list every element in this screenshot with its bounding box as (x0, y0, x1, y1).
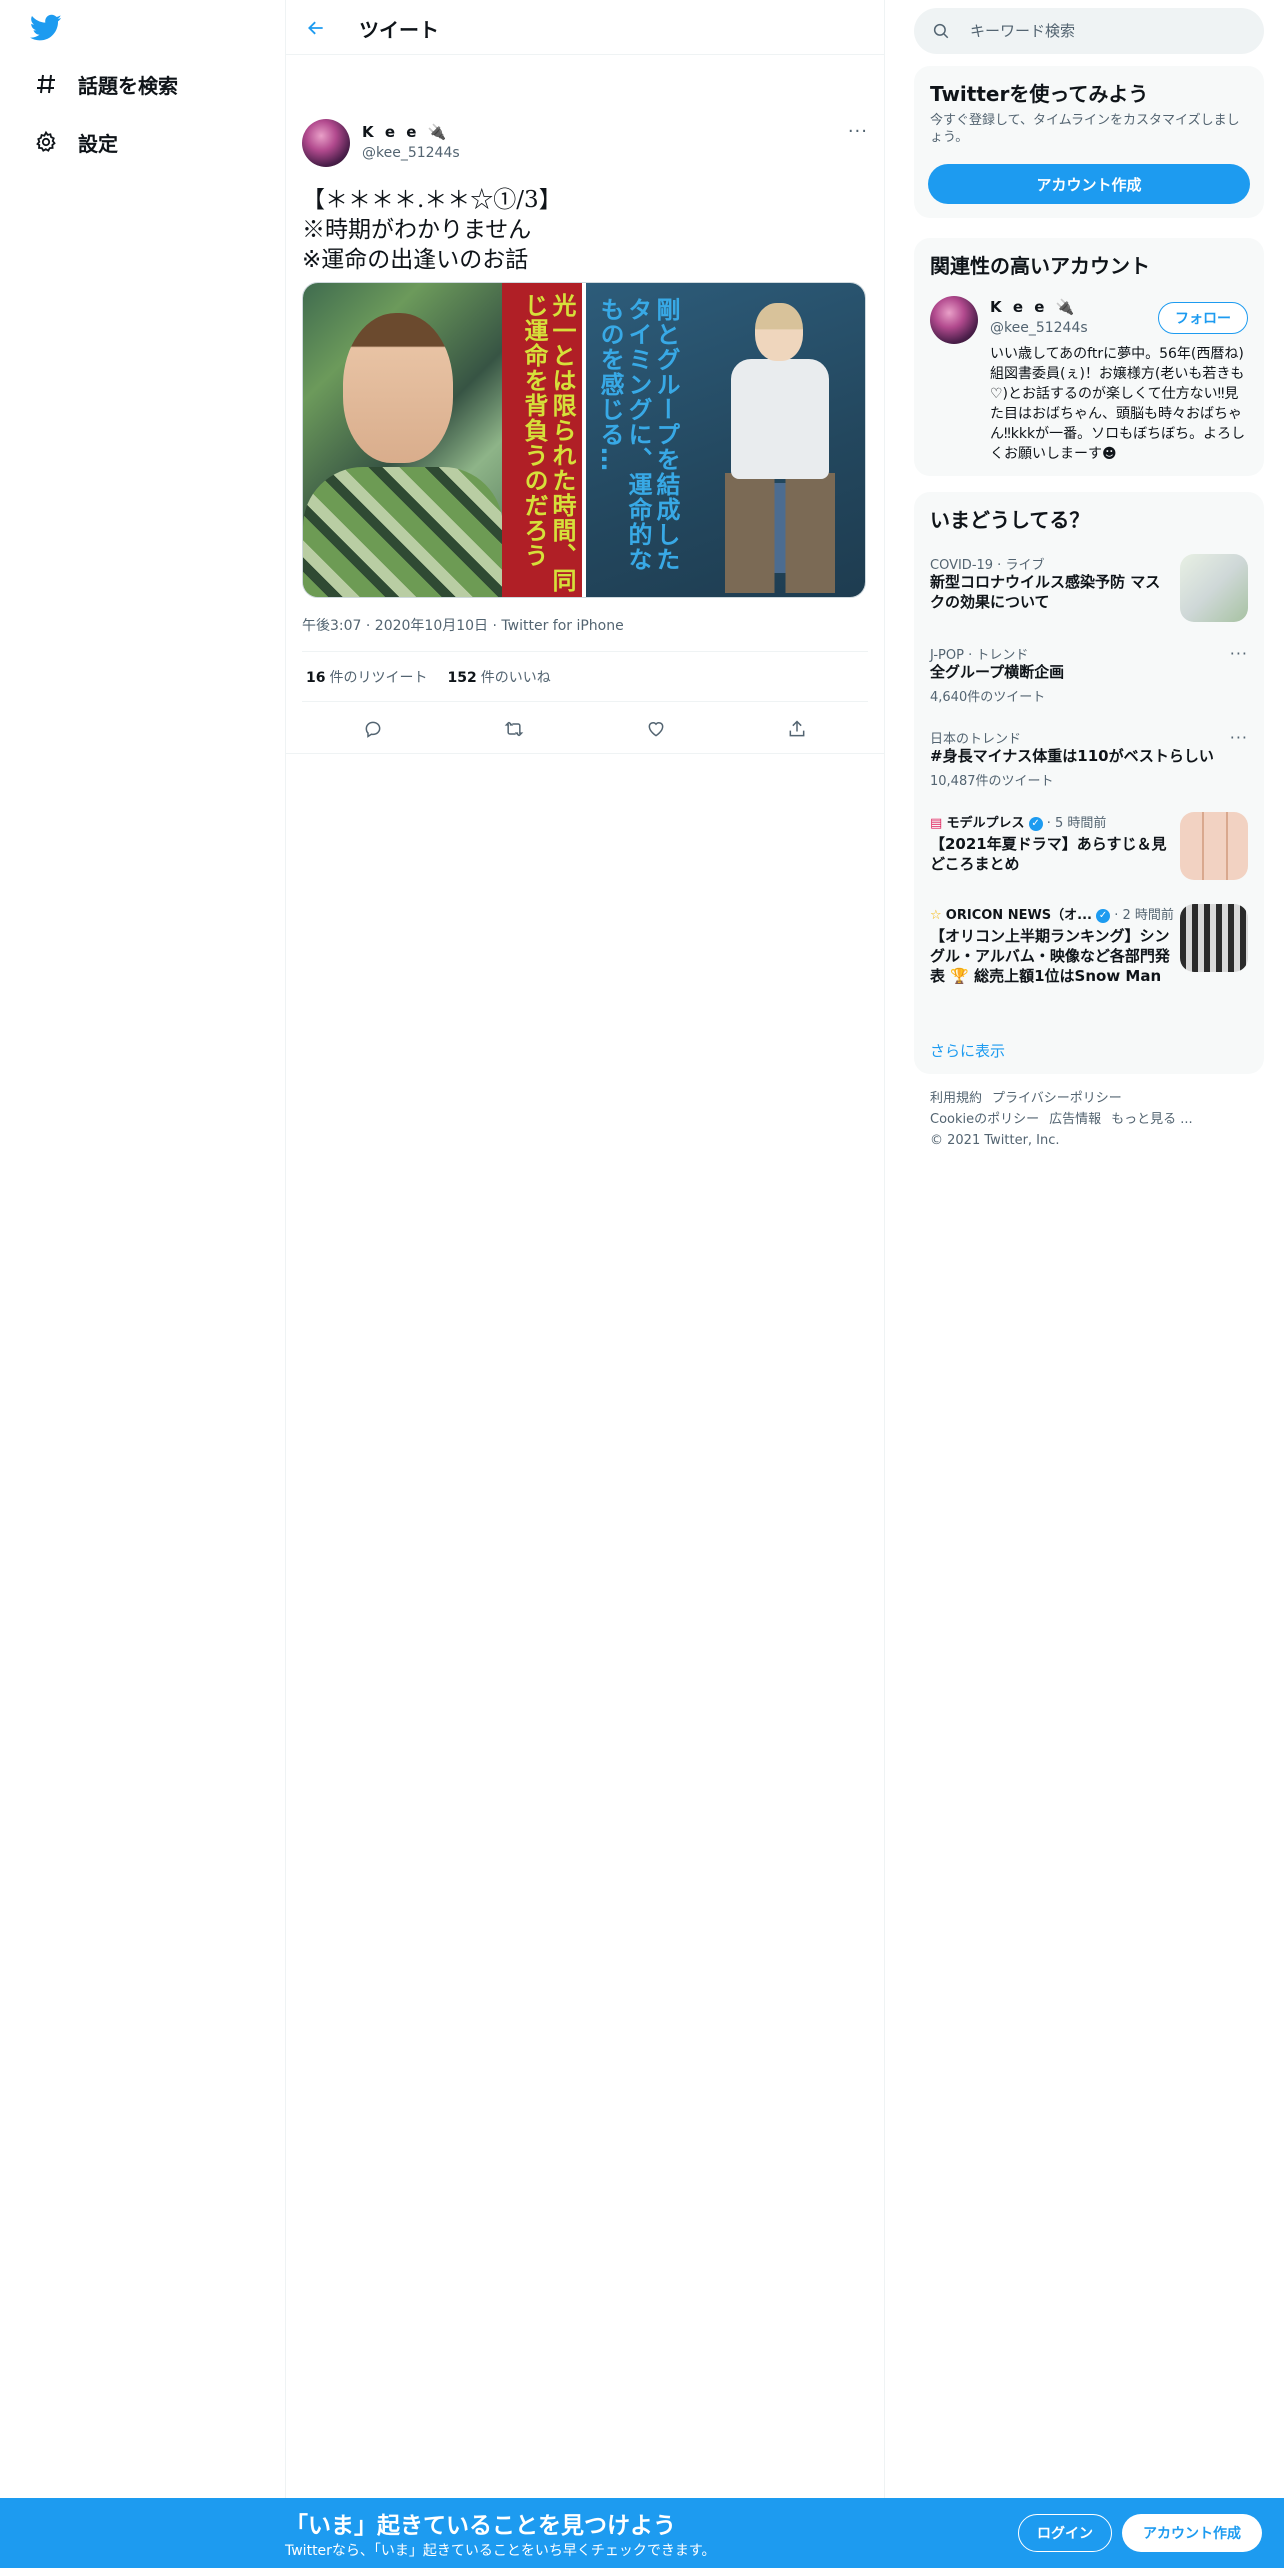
follow-button[interactable]: フォロー (1158, 302, 1248, 334)
nav-settings[interactable]: 設定 (32, 118, 118, 166)
gear-icon (32, 128, 60, 156)
retweet-count[interactable]: 16 件のリツイート (306, 667, 427, 687)
more-options-icon[interactable]: ··· (848, 121, 868, 142)
nav-explore[interactable]: 話題を検索 (32, 60, 178, 108)
image-caption-right: 剛とグループを結成したタイミングに、運命的なものを感じる… (596, 297, 680, 572)
create-account-button[interactable]: アカウント作成 (928, 164, 1250, 204)
tweet-timestamp[interactable]: 午後3:07 · 2020年10月10日 · Twitter for iPhon… (302, 615, 624, 635)
more-options-icon[interactable]: ··· (1230, 728, 1248, 747)
tweet-actions (302, 711, 868, 747)
image-face (343, 313, 453, 463)
related-account-bio: いい歳してあのftrに夢中。56年(西暦ね)組図書委員(ぇ)！お嬢様方(老いも若… (990, 346, 1246, 462)
like-icon[interactable] (638, 711, 674, 747)
trend-thumbnail (1180, 904, 1248, 972)
footer-link[interactable]: Cookieのポリシー (930, 1112, 1039, 1127)
trend-item[interactable]: ▤ モデルプレス ✓ · 5 時間前 【2021年夏ドラマ】あらすじ＆見どころま… (914, 812, 1264, 892)
page-header: ツイート (286, 0, 884, 55)
verified-icon: ✓ (1028, 816, 1043, 831)
tweet-text: 【＊＊＊＊.＊＊☆①/3】 ※時期がわかりません ※運命の出逢いのお話 (302, 187, 562, 273)
bottom-signup-bar: 「いま」起きていることを見つけよう Twitterなら、「いま」起きていることを… (0, 2498, 1284, 2568)
reply-icon[interactable] (355, 711, 391, 747)
like-count[interactable]: 152 件のいいね (447, 667, 550, 687)
search-icon (932, 22, 950, 44)
trend-thumbnail (1180, 812, 1248, 880)
image-caption-left: 光一とは限られた時間、同じ運命を背負うのだろう (520, 293, 576, 593)
signup-card-title: Twitterを使ってみよう (930, 82, 1149, 106)
tweet-image[interactable]: 光一とは限られた時間、同じ運命を背負うのだろう 剛とグループを結成したタイミング… (302, 282, 866, 598)
bottom-bar-subtitle: Twitterなら、「いま」起きていることをいち早くチェックできます。 (285, 2543, 716, 2559)
search-box[interactable] (914, 8, 1264, 54)
divider (302, 701, 868, 702)
footer-link[interactable]: もっと見る ... (1111, 1112, 1193, 1127)
signup-card-subtitle: 今すぐ登録して、タイムラインをカスタマイズしましょう。 (930, 113, 1240, 145)
bottom-bar-title: 「いま」起きていることを見つけよう (285, 2513, 676, 2539)
image-shirt (303, 467, 503, 597)
image-left-panel: 光一とは限られた時間、同じ運命を背負うのだろう (303, 283, 582, 597)
avatar[interactable] (930, 296, 978, 344)
show-more-link[interactable]: さらに表示 (930, 1040, 1005, 1061)
related-account-name[interactable]: K e e 🔌 (990, 298, 1077, 316)
trends-title: いまどうしてる？ (930, 508, 1090, 532)
tweet-author-name[interactable]: K e e 🔌 (362, 123, 449, 141)
nav-explore-label: 話題を検索 (78, 73, 178, 98)
copyright: © 2021 Twitter, Inc. (930, 1133, 1060, 1148)
signup-card: Twitterを使ってみよう 今すぐ登録して、タイムラインをカスタマイズしましょ… (914, 66, 1264, 218)
footer-link[interactable]: 広告情報 (1049, 1112, 1101, 1127)
footer-link[interactable]: 利用規約 (930, 1091, 982, 1106)
page-title: ツイート (359, 18, 439, 42)
trends-card: いまどうしてる？ COVID-19 · ライブ 新型コロナウイルス感染予防 マス… (914, 492, 1264, 1074)
footer-link[interactable]: プライバシーポリシー (992, 1091, 1122, 1106)
search-input[interactable] (970, 18, 1240, 44)
main-column: ツイート K e e 🔌 @kee_51244s ··· 【＊＊＊＊.＊＊☆①/… (285, 0, 885, 2498)
back-arrow-icon[interactable] (302, 14, 330, 42)
related-account-handle[interactable]: @kee_51244s (990, 320, 1088, 336)
login-button[interactable]: ログイン (1018, 2514, 1112, 2552)
related-accounts-card: 関連性の高いアカウント K e e 🔌 @kee_51244s フォロー いい歳… (914, 238, 1264, 476)
divider (286, 753, 884, 754)
tweet-stats: 16 件のリツイート 152 件のいいね (306, 667, 551, 687)
share-icon[interactable] (779, 711, 815, 747)
footer-links: 利用規約 プライバシーポリシー Cookieのポリシー 広告情報 もっと見る ... … (930, 1088, 1260, 1151)
image-person (725, 303, 835, 593)
retweet-icon[interactable] (496, 711, 532, 747)
related-title: 関連性の高いアカウント (930, 254, 1150, 278)
divider (302, 651, 868, 652)
trend-item[interactable]: ☆ ORICON NEWS（オ... ✓ · 2 時間前 【オリコン上半期ランキ… (914, 904, 1264, 1024)
twitter-logo-icon[interactable] (29, 14, 62, 42)
more-options-icon[interactable]: ··· (1230, 644, 1248, 663)
signup-button[interactable]: アカウント作成 (1122, 2514, 1262, 2552)
trend-item[interactable]: COVID-19 · ライブ 新型コロナウイルス感染予防 マスクの効果について (914, 554, 1264, 626)
image-right-panel: 剛とグループを結成したタイミングに、運命的なものを感じる… (582, 283, 865, 597)
left-sidebar: 話題を検索 設定 (0, 0, 285, 2498)
verified-icon: ✓ (1096, 908, 1111, 923)
hashtag-icon (32, 70, 60, 98)
image-divider (582, 283, 586, 597)
trend-item[interactable]: J-POP · トレンド 全グループ横断企画 4,640件のツイート ··· (914, 644, 1264, 710)
trend-thumbnail (1180, 554, 1248, 622)
avatar[interactable] (302, 119, 350, 167)
tweet-author-handle[interactable]: @kee_51244s (362, 145, 460, 161)
nav-settings-label: 設定 (78, 131, 118, 156)
trend-item[interactable]: 日本のトレンド #身長マイナス体重は110がベストらしい 10,487件のツイー… (914, 728, 1264, 794)
